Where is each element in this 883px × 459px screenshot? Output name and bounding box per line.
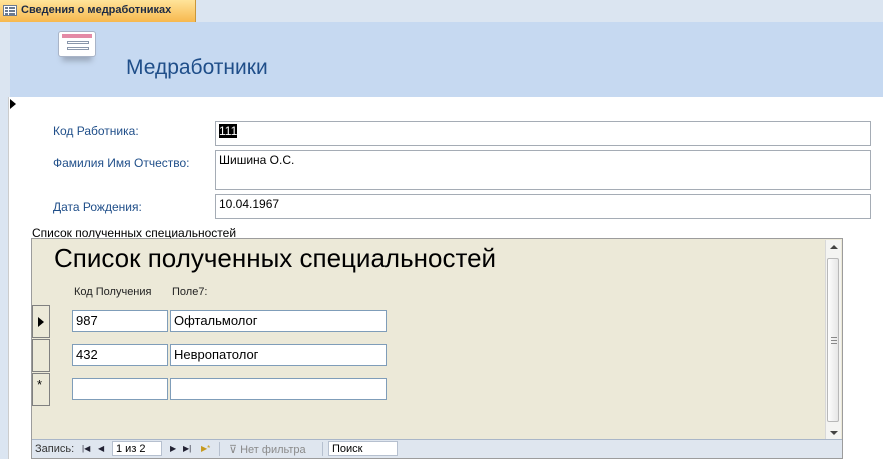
record-selector[interactable] — [8, 97, 22, 459]
document-tab-strip: Сведения о медработниках — [0, 0, 883, 23]
code-label: Код Работника: — [53, 124, 139, 138]
filter-icon: ⊽ — [229, 444, 241, 456]
vertical-scrollbar[interactable] — [825, 240, 841, 439]
scroll-up-icon[interactable] — [830, 245, 838, 249]
row-selector[interactable] — [32, 339, 50, 372]
name-field[interactable]: Шишина О.С. — [215, 150, 871, 190]
search-input[interactable]: Поиск — [328, 441, 398, 456]
scroll-thumb[interactable] — [827, 258, 839, 422]
tab-label: Сведения о медработниках — [21, 4, 172, 16]
new-record-icon: * — [37, 377, 43, 392]
previous-record-icon[interactable]: ◀ — [98, 442, 104, 456]
scroll-down-icon[interactable] — [830, 431, 838, 435]
code-value: 111 — [219, 124, 238, 138]
next-record-icon[interactable]: ▶ — [170, 442, 176, 456]
current-row-icon — [38, 317, 44, 327]
current-record-arrow-icon — [10, 99, 16, 109]
filter-toggle[interactable]: ⊽ Нет фильтра — [229, 443, 306, 456]
form-header: Медработники — [10, 22, 883, 97]
code-cell[interactable]: 987 — [72, 310, 168, 332]
first-record-icon[interactable]: |◀ — [82, 442, 90, 456]
code-field[interactable]: 111 — [215, 121, 871, 146]
last-record-icon[interactable]: ▶| — [183, 442, 191, 456]
code-cell[interactable]: 432 — [72, 344, 168, 366]
specialties-subform: Список полученных специальностей Код Пол… — [31, 238, 843, 459]
column-header-code: Код Получения — [74, 286, 152, 298]
tab-form-details[interactable]: Сведения о медработниках — [0, 0, 196, 22]
form-icon — [3, 5, 17, 16]
new-record-icon[interactable]: ▶* — [201, 442, 210, 456]
name-label: Фамилия Имя Отчество: — [53, 156, 190, 170]
subform-title: Список полученных специальностей — [54, 243, 497, 273]
record-navigation-bar: Запись: |◀ ◀ 1 из 2 ▶ ▶| ▶* ⊽ Нет фильтр… — [32, 439, 842, 458]
specialty-cell[interactable]: Невропатолог — [170, 344, 387, 366]
code-cell[interactable] — [72, 378, 168, 400]
record-position-field[interactable]: 1 из 2 — [112, 441, 162, 456]
specialty-cell[interactable]: Офтальмолог — [170, 310, 387, 332]
column-header-field7: Поле7: — [172, 286, 208, 298]
birth-field[interactable]: 10.04.1967 — [215, 194, 871, 219]
grip-icon — [831, 337, 837, 344]
record-label: Запись: — [35, 443, 75, 455]
specialty-cell[interactable] — [170, 378, 387, 400]
row-selector[interactable] — [32, 305, 50, 338]
form-icon — [58, 31, 96, 57]
filter-label: Нет фильтра — [240, 444, 306, 456]
new-row-selector[interactable]: * — [32, 373, 50, 406]
birth-label: Дата Рождения: — [53, 200, 142, 214]
form-title: Медработники — [126, 56, 268, 79]
